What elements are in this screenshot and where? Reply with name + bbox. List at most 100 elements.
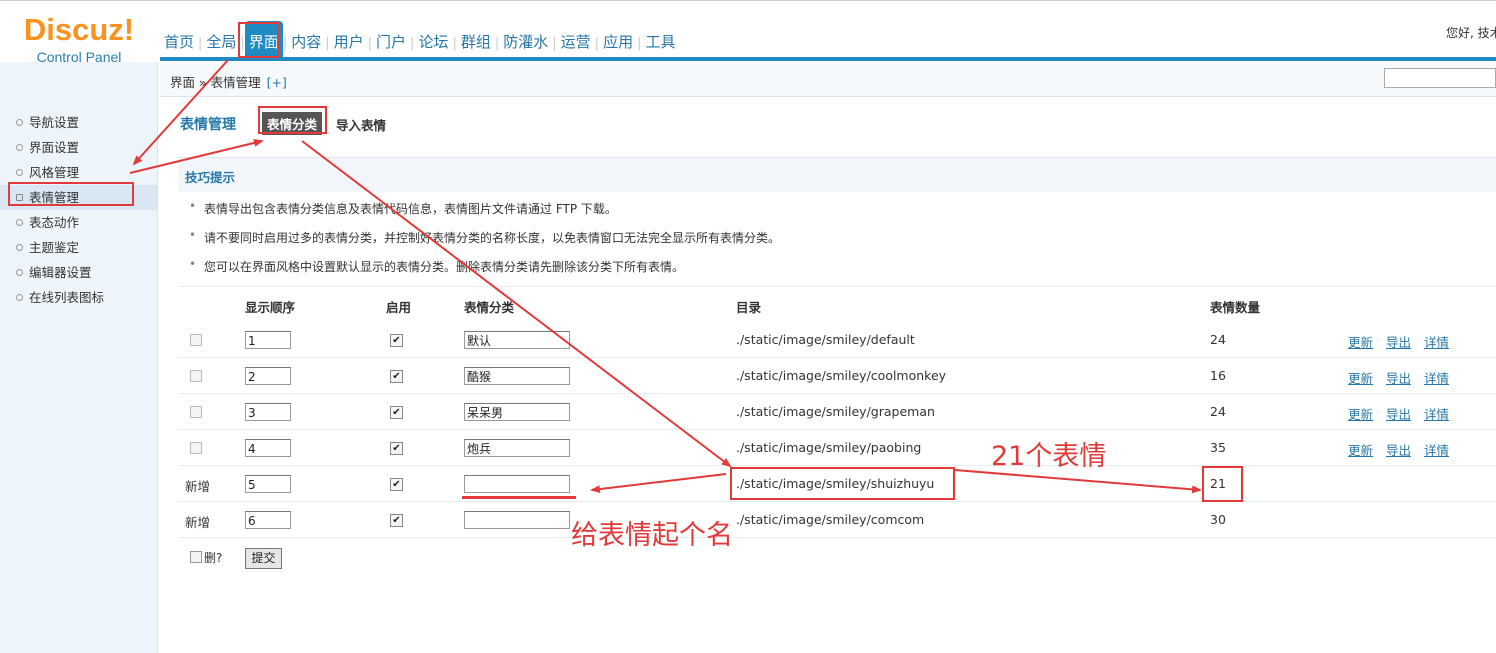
row-select-checkbox[interactable] bbox=[190, 334, 202, 346]
enabled-checkbox[interactable]: ✔ bbox=[390, 370, 403, 383]
sidebar-item[interactable]: 编辑器设置 bbox=[0, 260, 157, 285]
smiley-count: 35 bbox=[1210, 440, 1226, 455]
table-divider bbox=[178, 393, 1496, 394]
enabled-checkbox[interactable]: ✔ bbox=[390, 478, 403, 491]
col-order: 显示顺序 bbox=[245, 300, 296, 315]
tip-item: 您可以在界面风格中设置默认显示的表情分类。删除表情分类请先删除该分类下所有表情。 bbox=[189, 257, 684, 275]
new-row-label: 新增 bbox=[185, 515, 211, 530]
nav-item[interactable]: 门户 bbox=[372, 31, 410, 58]
enabled-checkbox[interactable]: ✔ bbox=[390, 334, 403, 347]
sidebar-item[interactable]: 在线列表图标 bbox=[0, 285, 157, 310]
breadcrumb-bar: 界面 » 表情管理 [+] bbox=[160, 62, 1496, 97]
directory-path: ./static/image/smiley/coolmonkey bbox=[736, 368, 947, 383]
smiley-count: 24 bbox=[1210, 404, 1226, 419]
order-input[interactable]: 5 bbox=[245, 475, 291, 493]
order-input[interactable]: 2 bbox=[245, 367, 291, 385]
detail-link[interactable]: 详情 bbox=[1424, 332, 1449, 351]
category-name-input[interactable]: 酷猴 bbox=[464, 367, 570, 385]
annotation-box-count bbox=[1202, 466, 1243, 502]
arrow-dir-to-count bbox=[954, 469, 1202, 494]
detail-link[interactable]: 详情 bbox=[1424, 368, 1449, 387]
smiley-count: 24 bbox=[1210, 332, 1226, 347]
nav-item[interactable]: 论坛 bbox=[414, 31, 452, 58]
new-row-label: 新增 bbox=[185, 479, 211, 494]
table-divider bbox=[178, 286, 1496, 287]
export-link[interactable]: 导出 bbox=[1386, 332, 1411, 351]
nav-underline bbox=[160, 57, 1496, 61]
nav-item[interactable]: 应用 bbox=[599, 31, 637, 58]
table-divider bbox=[178, 429, 1496, 430]
logo: Discuz! Control Panel bbox=[0, 14, 158, 65]
category-name-input[interactable] bbox=[464, 511, 570, 529]
update-link[interactable]: 更新 bbox=[1348, 332, 1373, 351]
update-link[interactable]: 更新 bbox=[1348, 404, 1373, 423]
annotation-count-note: 21个表情 bbox=[991, 441, 1107, 472]
nav-item[interactable]: 工具 bbox=[641, 31, 679, 58]
table-divider bbox=[178, 465, 1496, 466]
category-name-input[interactable] bbox=[464, 475, 570, 493]
directory-path: ./static/image/smiley/paobing bbox=[736, 440, 922, 455]
enabled-checkbox[interactable]: ✔ bbox=[390, 442, 403, 455]
sidebar: 导航设置 界面设置 风格管理 表情管理 表态动作 主题鉴定 编辑器设置 在线列表图标 bbox=[0, 62, 158, 653]
directory-path: ./static/image/smiley/grapeman bbox=[736, 404, 935, 419]
export-link[interactable]: 导出 bbox=[1386, 440, 1411, 459]
greeting: 您好, 技术 bbox=[1446, 26, 1496, 40]
annotation-box-nav bbox=[238, 22, 279, 58]
nav-item[interactable]: 群组 bbox=[457, 31, 495, 58]
col-enabled: 启用 bbox=[386, 300, 412, 315]
nav-item[interactable]: 运营 bbox=[557, 31, 595, 58]
annotation-name-note: 给表情起个名 bbox=[571, 520, 733, 551]
table-divider bbox=[178, 501, 1496, 502]
add-shortcut-link[interactable]: [+] bbox=[267, 75, 287, 90]
breadcrumb-path: 界面 » 表情管理 bbox=[170, 75, 261, 90]
delete-label: 删? bbox=[204, 551, 223, 565]
nav-item[interactable]: 用户 bbox=[330, 31, 368, 58]
row-select-checkbox[interactable] bbox=[190, 406, 202, 418]
col-count: 表情数量 bbox=[1210, 300, 1261, 315]
tip-item: 表情导出包含表情分类信息及表情代码信息，表情图片文件请通过 FTP 下载。 bbox=[189, 199, 617, 217]
category-name-input[interactable]: 炮兵 bbox=[464, 439, 570, 457]
search-input[interactable] bbox=[1384, 68, 1496, 88]
nav-item[interactable]: 首页 bbox=[160, 31, 198, 58]
directory-path: ./static/image/smiley/default bbox=[736, 332, 915, 347]
logo-main: Discuz! bbox=[23, 12, 135, 47]
order-input[interactable]: 4 bbox=[245, 439, 291, 457]
detail-link[interactable]: 详情 bbox=[1424, 440, 1449, 459]
submit-button[interactable]: 提交 bbox=[245, 548, 282, 569]
tips-title: 技巧提示 bbox=[185, 170, 236, 185]
delete-checkbox[interactable] bbox=[190, 551, 202, 563]
col-category: 表情分类 bbox=[464, 300, 515, 315]
category-name-input[interactable]: 呆呆男 bbox=[464, 403, 570, 421]
nav-item[interactable]: 内容 bbox=[287, 31, 325, 58]
category-name-input[interactable]: 默认 bbox=[464, 331, 570, 349]
tab-import[interactable]: 导入表情 bbox=[336, 115, 386, 134]
enabled-checkbox[interactable]: ✔ bbox=[390, 406, 403, 419]
annotation-arrows bbox=[129, 59, 1202, 494]
update-link[interactable]: 更新 bbox=[1348, 440, 1373, 459]
sidebar-item[interactable]: 主题鉴定 bbox=[0, 235, 157, 260]
row-select-checkbox[interactable] bbox=[190, 370, 202, 382]
sidebar-list: 导航设置 界面设置 风格管理 表情管理 表态动作 主题鉴定 编辑器设置 在线列表图标 bbox=[0, 110, 157, 310]
sidebar-item[interactable]: 表态动作 bbox=[0, 210, 157, 235]
nav-item[interactable]: 全局 bbox=[202, 31, 240, 58]
nav-item[interactable]: 防灌水 bbox=[499, 31, 552, 58]
annotation-box-tab bbox=[258, 106, 327, 134]
detail-link[interactable]: 详情 bbox=[1424, 404, 1449, 423]
col-directory: 目录 bbox=[736, 300, 762, 315]
page-title: 表情管理 bbox=[180, 117, 236, 133]
export-link[interactable]: 导出 bbox=[1386, 368, 1411, 387]
directory-path: ./static/image/smiley/comcom bbox=[736, 512, 925, 527]
breadcrumb: 界面 » 表情管理 [+] bbox=[170, 72, 287, 91]
smiley-count: 30 bbox=[1210, 512, 1226, 527]
export-link[interactable]: 导出 bbox=[1386, 404, 1411, 423]
table-divider bbox=[178, 537, 1496, 538]
row-select-checkbox[interactable] bbox=[190, 442, 202, 454]
sidebar-item[interactable]: 导航设置 bbox=[0, 110, 157, 135]
enabled-checkbox[interactable]: ✔ bbox=[390, 514, 403, 527]
order-input[interactable]: 6 bbox=[245, 511, 291, 529]
update-link[interactable]: 更新 bbox=[1348, 368, 1373, 387]
order-input[interactable]: 3 bbox=[245, 403, 291, 421]
order-input[interactable]: 1 bbox=[245, 331, 291, 349]
smiley-count: 16 bbox=[1210, 368, 1226, 383]
sidebar-item[interactable]: 界面设置 bbox=[0, 135, 157, 160]
